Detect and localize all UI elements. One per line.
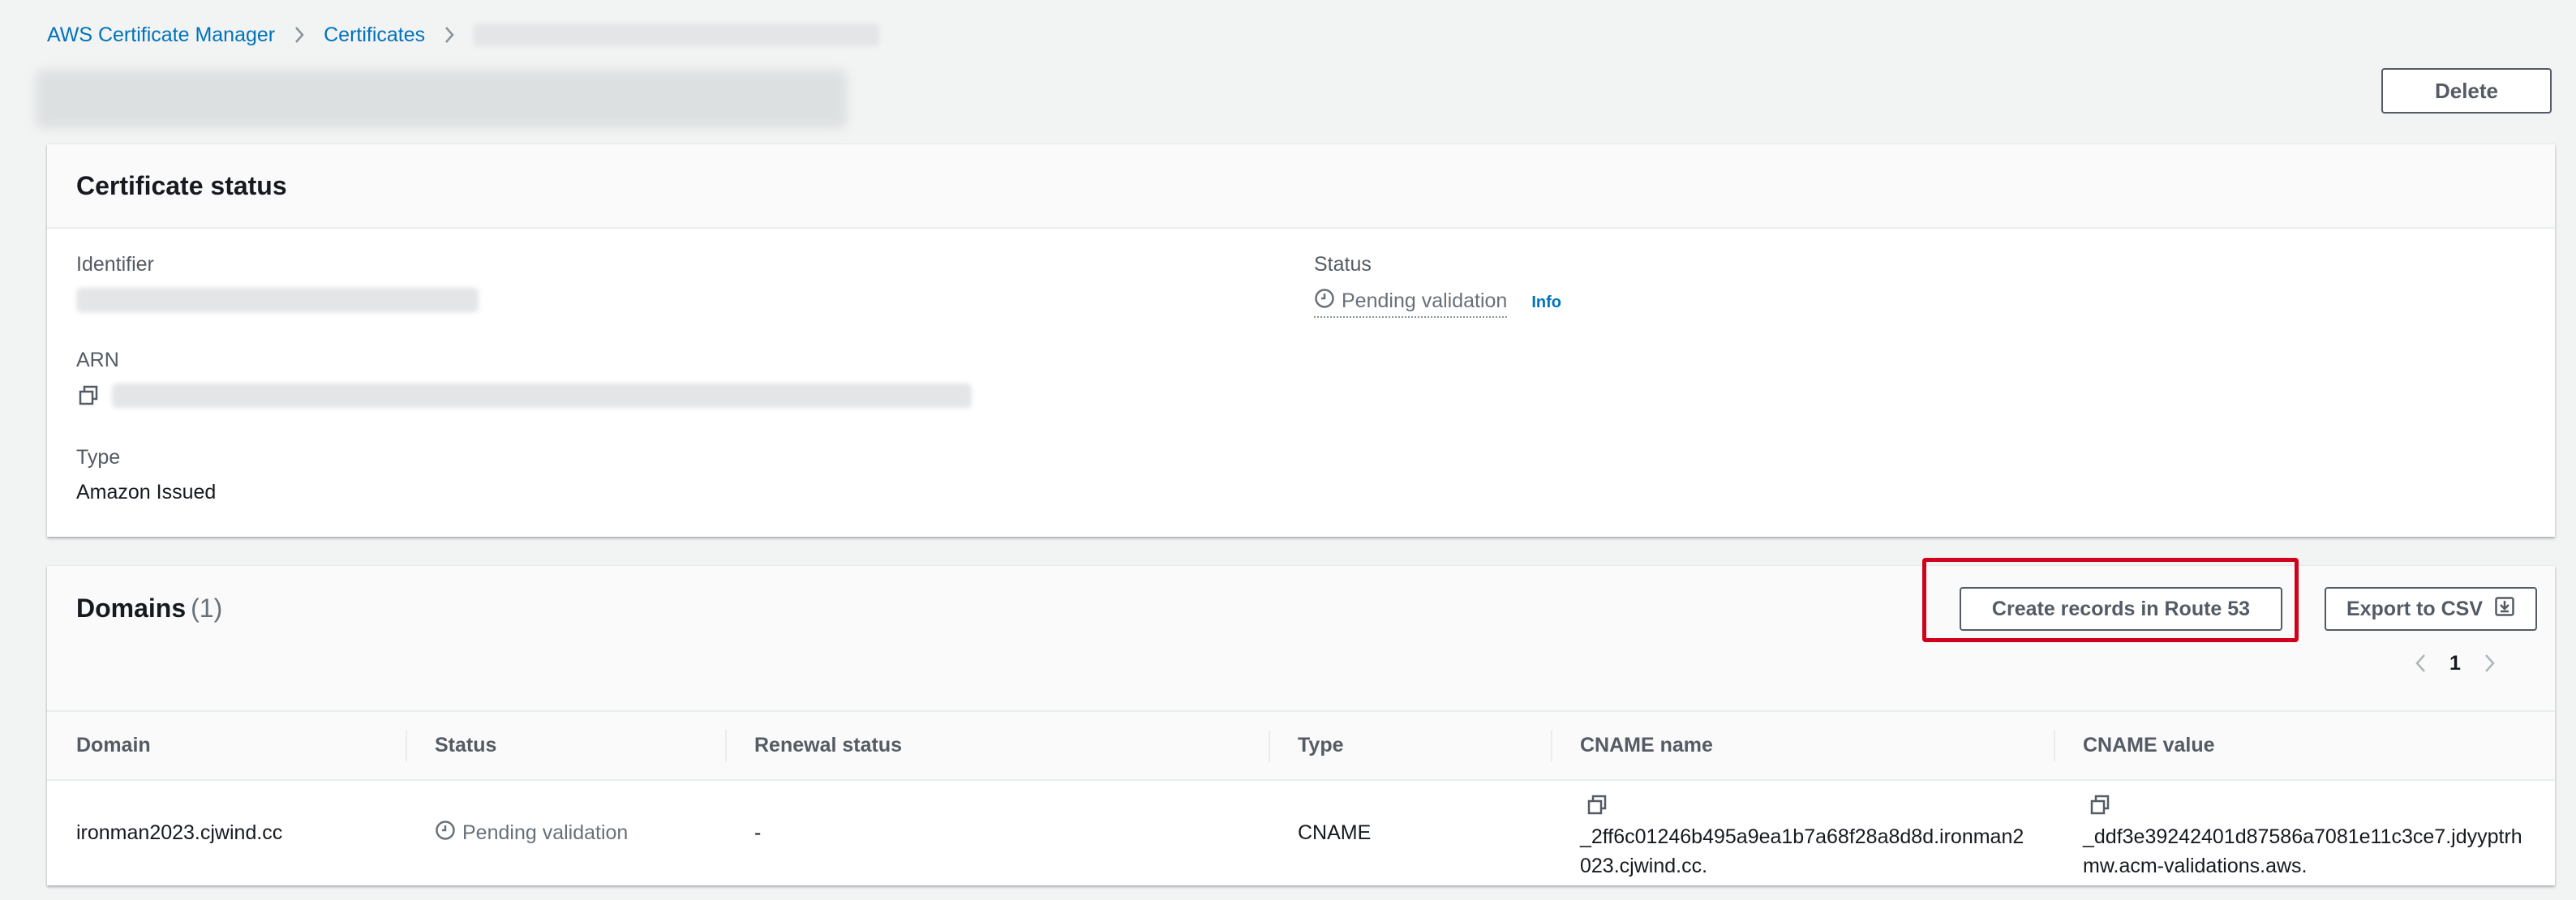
status-field: Status Pending validation Info	[1314, 253, 1561, 318]
status-info-link[interactable]: Info	[1531, 294, 1561, 312]
domains-panel: Domains (1) Create records in Route 53 Ex…	[47, 558, 2555, 885]
identifier-label: Identifier	[76, 253, 154, 276]
column-header-type[interactable]: Type	[1269, 712, 1551, 781]
breadcrumb-acm-link[interactable]: AWS Certificate Manager	[47, 24, 275, 47]
breadcrumb-certificates-link[interactable]: Certificates	[324, 24, 425, 47]
download-icon	[2494, 596, 2515, 623]
clock-icon	[1314, 288, 1335, 315]
status-cell: Pending validation	[406, 780, 725, 885]
status-value-text: Pending validation	[1342, 289, 1508, 312]
identifier-field: Identifier	[76, 253, 479, 312]
chevron-right-icon	[443, 25, 456, 45]
copy-icon[interactable]	[76, 384, 101, 408]
certificate-status-panel: Certificate status Identifier ARN Type A…	[47, 144, 2555, 537]
table-header-row: Domain Status Renewal status Type CNAME …	[47, 712, 2555, 781]
breadcrumb: AWS Certificate Manager Certificates	[47, 21, 880, 49]
clock-icon	[435, 820, 456, 846]
table-row: ironman2023.cjwind.cc Pending validation…	[47, 780, 2555, 885]
delete-button[interactable]: Delete	[2381, 68, 2552, 114]
create-records-route53-button[interactable]: Create records in Route 53	[1960, 587, 2282, 631]
renewal-status-cell: -	[754, 821, 762, 844]
page-title-redacted	[36, 70, 847, 128]
chevron-right-icon	[293, 25, 306, 45]
domains-title: Domains (1)	[76, 594, 222, 624]
status-label: Status	[1314, 253, 1372, 276]
chevron-right-icon[interactable]	[2482, 652, 2497, 675]
cname-name-text: _2ff6c01246b495a9ea1b7a68f28a8d8d.ironma…	[1580, 825, 2024, 877]
column-header-cname-name[interactable]: CNAME name	[1551, 712, 2054, 781]
status-value: Pending validation	[1314, 288, 1508, 318]
column-header-cname-value[interactable]: CNAME value	[2054, 712, 2555, 781]
identifier-value-redacted	[76, 288, 479, 312]
domains-count: (1)	[191, 594, 223, 623]
type-field: Type Amazon Issued	[76, 446, 216, 504]
status-cell-text: Pending validation	[462, 821, 629, 844]
column-header-domain[interactable]: Domain	[47, 712, 406, 781]
type-cell: CNAME	[1298, 821, 1372, 844]
domains-table: Domain Status Renewal status Type CNAME …	[47, 712, 2555, 885]
chevron-left-icon[interactable]	[2414, 652, 2428, 675]
copy-icon[interactable]	[2088, 793, 2112, 817]
arn-value-redacted	[112, 384, 972, 408]
pagination: 1	[2414, 647, 2497, 679]
domains-header: Domains (1) Create records in Route 53 Ex…	[47, 558, 2555, 712]
column-header-status[interactable]: Status	[406, 712, 725, 781]
type-value: Amazon Issued	[76, 481, 217, 504]
arn-field: ARN	[76, 349, 972, 408]
copy-icon[interactable]	[1585, 793, 1609, 817]
export-csv-label: Export to CSV	[2346, 597, 2484, 620]
page-number[interactable]: 1	[2449, 652, 2461, 675]
export-csv-button[interactable]: Export to CSV	[2325, 587, 2537, 631]
domain-cell: ironman2023.cjwind.cc	[76, 821, 283, 844]
breadcrumb-current-redacted	[474, 24, 880, 46]
certificate-status-header: Certificate status	[47, 144, 2555, 229]
arn-label: ARN	[76, 349, 119, 371]
domains-title-text: Domains	[76, 594, 187, 623]
cname-value-text: _ddf3e39242401d87586a7081e11c3ce7.jdyypt…	[2083, 825, 2522, 877]
column-header-renewal-status[interactable]: Renewal status	[725, 712, 1269, 781]
cname-name-cell: _2ff6c01246b495a9ea1b7a68f28a8d8d.ironma…	[1551, 780, 2054, 885]
cname-value-cell: _ddf3e39242401d87586a7081e11c3ce7.jdyypt…	[2054, 780, 2555, 885]
type-label: Type	[76, 446, 121, 469]
certificate-status-title: Certificate status	[76, 170, 287, 200]
